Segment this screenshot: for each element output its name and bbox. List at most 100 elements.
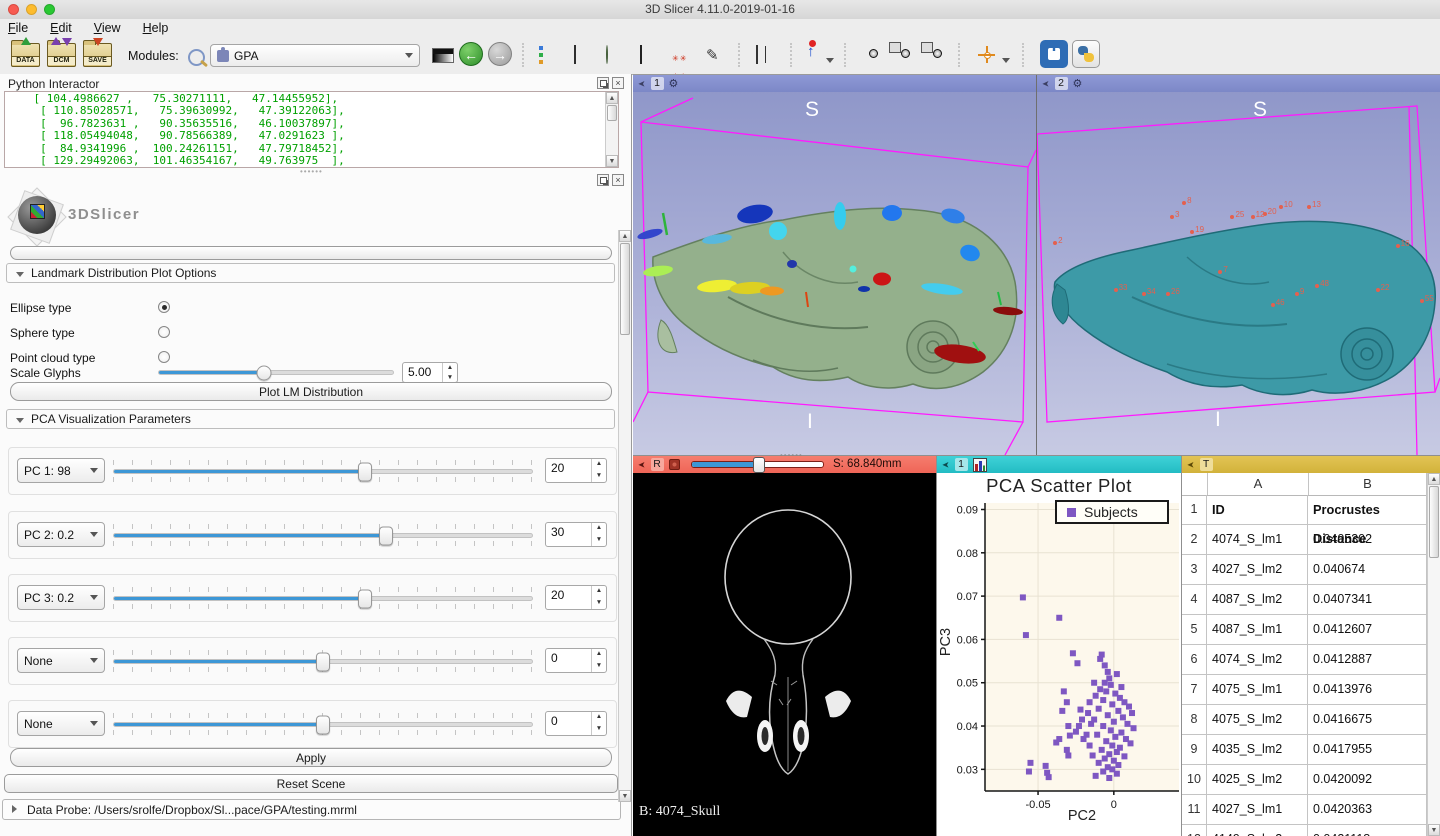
table-row[interactable]: 114027_S_lm10.0420363 xyxy=(1182,795,1427,825)
splitter-handle[interactable]: •••••• xyxy=(300,167,323,176)
threed-view-1[interactable]: ➤ 1 ⚙ xyxy=(633,75,1036,455)
scroll-up-icon[interactable]: ▲ xyxy=(619,230,631,242)
crosshair-icon[interactable] xyxy=(978,46,996,64)
scene-view-camera-icon[interactable] xyxy=(896,46,914,64)
close-panel-icon[interactable]: × xyxy=(612,77,624,89)
plot-lm-distribution-button[interactable]: Plot LM Distribution xyxy=(10,382,612,401)
data-probe-header[interactable]: Data Probe: /Users/srolfe/Dropbox/Sl...p… xyxy=(2,799,621,820)
apply-button[interactable]: Apply xyxy=(10,748,612,767)
restore-scene-view-icon[interactable] xyxy=(928,46,946,64)
scroll-thumb[interactable] xyxy=(620,243,630,335)
place-fiducial-chevron-icon[interactable] xyxy=(826,58,834,67)
place-fiducial-icon[interactable] xyxy=(806,46,824,64)
plot-view[interactable]: ➤ 1 PCA Scatter Plot 0.030.040.050.060.0… xyxy=(937,456,1181,836)
pc5-spinbox[interactable]: 0▲▼ xyxy=(545,711,607,736)
chart-icon[interactable] xyxy=(973,458,987,472)
menu-file[interactable]: File xyxy=(8,21,28,35)
console-scrollbar[interactable]: ▲ ▼ xyxy=(605,92,618,167)
extensions-manager-button[interactable] xyxy=(1040,40,1068,68)
table-row[interactable]: 64074_S_lm20.0412887 xyxy=(1182,645,1427,675)
table-row[interactable]: 44087_S_lm20.0407341 xyxy=(1182,585,1427,615)
table-row[interactable]: 124149_S_lm20.0421118 xyxy=(1182,825,1427,836)
history-back-button[interactable]: ← xyxy=(459,42,483,66)
table-row[interactable]: 94035_S_lm20.0417955 xyxy=(1182,735,1427,765)
slider-knob[interactable] xyxy=(257,365,272,380)
menu-help[interactable]: Help xyxy=(143,21,169,35)
float-module-panel-icon[interactable] xyxy=(597,174,609,186)
table-row[interactable]: 74075_S_lm10.0413976 xyxy=(1182,675,1427,705)
view-options-gear-icon[interactable]: ⚙ xyxy=(1073,77,1083,90)
layout-selector-icon[interactable] xyxy=(756,46,774,64)
table-row[interactable]: 84075_S_lm20.0416675 xyxy=(1182,705,1427,735)
python-console[interactable]: [ 104.4986627 , 75.30271111, 47.14455952… xyxy=(4,91,619,168)
pin-icon[interactable]: ➤ xyxy=(1042,79,1050,89)
menu-edit[interactable]: Edit xyxy=(50,21,72,35)
table-row[interactable]: 104025_S_lm20.0420092 xyxy=(1182,765,1427,795)
window-level-icon[interactable] xyxy=(432,48,454,63)
scroll-up-icon[interactable]: ▲ xyxy=(606,92,618,104)
table-row[interactable]: 34027_S_lm20.040674 xyxy=(1182,555,1427,585)
module-selector[interactable]: GPA xyxy=(210,44,420,67)
pc3-slider[interactable] xyxy=(113,596,533,601)
pc4-spinbox[interactable]: 0▲▼ xyxy=(545,648,607,673)
pc2-selector[interactable]: PC 2: 0.2 xyxy=(17,522,105,547)
spin-arrows[interactable]: ▲▼ xyxy=(591,523,606,546)
scale-glyphs-slider[interactable] xyxy=(158,370,394,375)
module-panel-scrollbar[interactable]: ▲ ▼ xyxy=(618,230,631,802)
module-search-icon[interactable] xyxy=(188,49,205,66)
threed-view-2[interactable]: ➤ 2 ⚙ xyxy=(1037,75,1440,455)
pc5-slider[interactable] xyxy=(113,722,533,727)
point-cloud-type-radio[interactable] xyxy=(158,351,170,363)
scroll-down-icon[interactable]: ▼ xyxy=(1428,824,1440,836)
pin-icon[interactable]: ➤ xyxy=(638,460,646,470)
pc4-slider[interactable] xyxy=(113,659,533,664)
table-row[interactable]: 54087_S_lm10.0412607 xyxy=(1182,615,1427,645)
slider-knob[interactable] xyxy=(316,715,330,734)
threed-view-1-content[interactable]: S I xyxy=(633,92,1036,455)
slider-knob[interactable] xyxy=(316,652,330,671)
volume-cube-icon[interactable] xyxy=(574,46,592,64)
scroll-thumb[interactable] xyxy=(1429,486,1439,558)
slice-visibility-icon[interactable] xyxy=(669,459,680,470)
view-options-gear-icon[interactable]: ⚙ xyxy=(669,77,679,90)
float-panel-icon[interactable] xyxy=(597,77,609,89)
chart-legend[interactable]: Subjects xyxy=(1055,500,1169,524)
column-a-header[interactable]: A xyxy=(1208,473,1309,495)
pc4-selector[interactable]: None xyxy=(17,648,105,673)
scroll-up-icon[interactable]: ▲ xyxy=(1428,473,1440,485)
reset-scene-button[interactable]: Reset Scene xyxy=(4,774,618,793)
slider-knob[interactable] xyxy=(358,462,372,481)
scroll-down-icon[interactable]: ▼ xyxy=(606,155,618,167)
spin-arrows[interactable]: ▲▼ xyxy=(591,649,606,672)
slider-knob[interactable] xyxy=(753,457,765,473)
pc1-slider[interactable] xyxy=(113,469,533,474)
models-sphere-icon[interactable] xyxy=(606,46,624,64)
crosshair-chevron-icon[interactable] xyxy=(1002,58,1010,67)
load-data-button[interactable]: DATA xyxy=(10,40,40,70)
transforms-grid-icon[interactable] xyxy=(640,46,658,64)
table-row[interactable]: 24074_S_lm10.0405302 xyxy=(1182,525,1427,555)
table-column-headers[interactable]: A B xyxy=(1182,473,1427,496)
slice-offset-slider[interactable] xyxy=(691,461,824,468)
pc1-spinbox[interactable]: 20▲▼ xyxy=(545,458,607,483)
pc2-spinbox[interactable]: 30▲▼ xyxy=(545,522,607,547)
pc2-slider[interactable] xyxy=(113,533,533,538)
table-scrollbar[interactable]: ▲ ▼ xyxy=(1427,473,1440,836)
spin-arrows[interactable]: ▲▼ xyxy=(591,459,606,482)
sphere-type-radio[interactable] xyxy=(158,326,170,338)
pc3-selector[interactable]: PC 3: 0.2 xyxy=(17,585,105,610)
landmark-options-header[interactable]: Landmark Distribution Plot Options xyxy=(6,263,615,283)
screenshot-camera-icon[interactable] xyxy=(864,46,882,64)
ellipse-type-radio[interactable] xyxy=(158,301,170,313)
python-interactor-button[interactable] xyxy=(1072,40,1100,68)
scale-glyphs-spinbox[interactable]: 5.00 ▲▼ xyxy=(402,362,458,383)
table-header-row[interactable]: 1 ID Procrustes Distance xyxy=(1182,495,1427,525)
pin-icon[interactable]: ➤ xyxy=(942,460,950,470)
menu-view[interactable]: View xyxy=(94,21,121,35)
editor-pencil-icon[interactable]: ✎ xyxy=(706,46,724,64)
pin-icon[interactable]: ➤ xyxy=(1187,460,1195,470)
dcm-import-button[interactable]: DCM xyxy=(46,40,76,70)
pc3-spinbox[interactable]: 20▲▼ xyxy=(545,585,607,610)
slider-knob[interactable] xyxy=(358,589,372,608)
pca-parameters-header[interactable]: PCA Visualization Parameters xyxy=(6,409,615,429)
